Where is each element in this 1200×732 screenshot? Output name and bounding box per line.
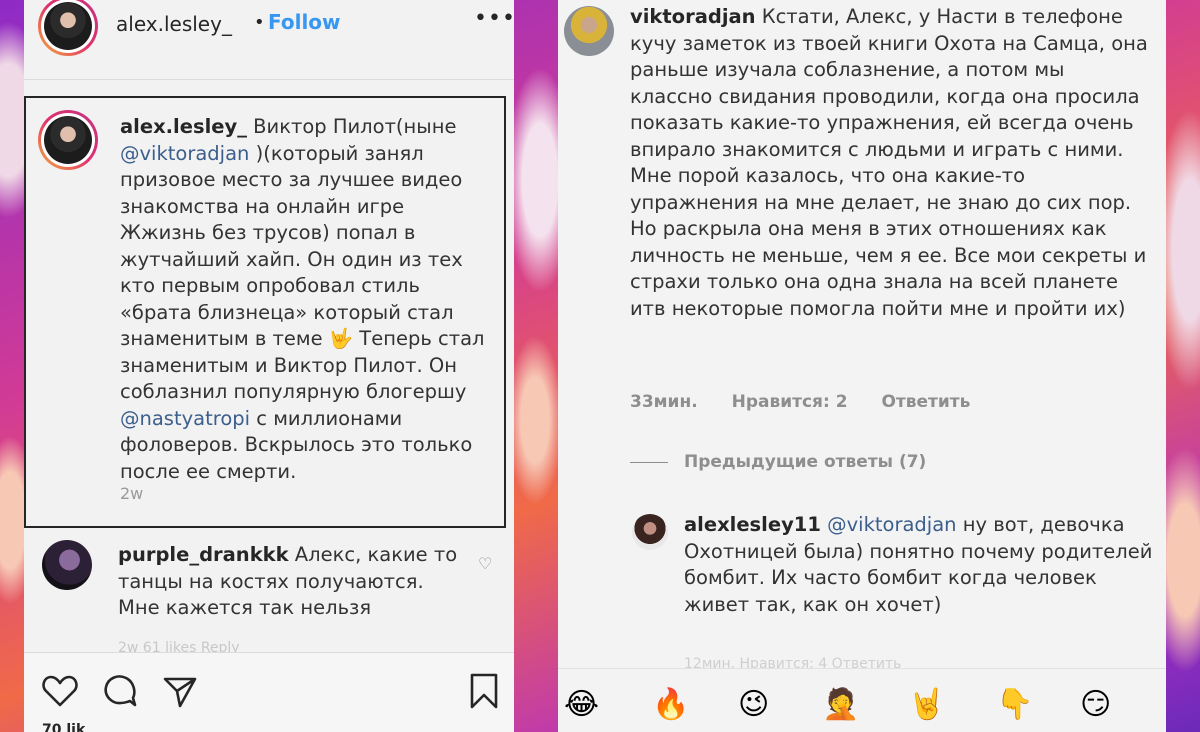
bookmark-icon[interactable] bbox=[464, 671, 504, 711]
share-icon[interactable] bbox=[160, 671, 200, 711]
post-header: alex.lesley_ • Follow ••• bbox=[24, 0, 514, 80]
post-panel: alex.lesley_ • Follow ••• alex.lesley_ В… bbox=[24, 0, 514, 732]
emoji-point-down-icon[interactable]: 👇 bbox=[996, 685, 1033, 725]
emoji-facepalm-icon[interactable]: 🤦 bbox=[822, 685, 859, 725]
commenter-username[interactable]: viktoradjan bbox=[630, 5, 756, 28]
author-username[interactable]: alex.lesley_ bbox=[116, 12, 232, 36]
emoji-wink-icon[interactable]: 😉 bbox=[738, 685, 769, 725]
comment-like-icon[interactable]: ♡ bbox=[478, 554, 492, 573]
comment-likes[interactable]: Нравится: 2 bbox=[732, 392, 848, 412]
comment-icon[interactable] bbox=[100, 671, 140, 711]
separator-dot: • bbox=[254, 12, 265, 33]
heart-icon[interactable] bbox=[40, 671, 80, 711]
caption-highlight-box: alex.lesley_ Виктор Пилот(ныне @viktorad… bbox=[24, 96, 506, 528]
emoji-laughing-icon[interactable]: 😂 bbox=[564, 685, 599, 725]
divider-line bbox=[630, 461, 668, 463]
reply-button[interactable]: Ответить bbox=[881, 392, 970, 412]
likes-count[interactable]: 70 lik bbox=[42, 722, 85, 732]
reply-avatar[interactable] bbox=[632, 514, 668, 550]
comment-text: purple_drankkk Алекс, какие то танцы на … bbox=[118, 543, 458, 619]
emoji-smirk-icon[interactable]: 😏 bbox=[1080, 685, 1111, 725]
post-actions-bar bbox=[24, 652, 514, 732]
viktoradjan-avatar[interactable] bbox=[564, 6, 614, 56]
comments-panel: viktoradjan Кстати, Алекс, у Насти в тел… bbox=[558, 0, 1166, 732]
commenter-username[interactable]: purple_drankkk bbox=[118, 543, 289, 566]
caption-timestamp: 2w bbox=[120, 484, 144, 503]
reply-username[interactable]: alexlesley11 bbox=[684, 513, 821, 536]
author-avatar[interactable] bbox=[38, 0, 98, 56]
more-options-icon[interactable]: ••• bbox=[474, 6, 514, 31]
caption-text: alex.lesley_ Виктор Пилот(ныне @viktorad… bbox=[120, 115, 485, 483]
commenter-avatar[interactable] bbox=[42, 540, 92, 590]
emoji-fire-icon[interactable]: 🔥 bbox=[652, 685, 689, 725]
emoji-rock-icon[interactable]: 🤘 bbox=[908, 685, 945, 725]
reply-text: alexlesley11 @viktoradjan ну вот, девочк… bbox=[684, 513, 1153, 616]
mention-link[interactable]: @viktoradjan bbox=[120, 142, 249, 165]
previous-replies-toggle[interactable]: Предыдущие ответы (7) bbox=[630, 452, 926, 472]
comment-text: viktoradjan Кстати, Алекс, у Насти в тел… bbox=[630, 5, 1148, 320]
follow-button[interactable]: Follow bbox=[268, 10, 341, 34]
comment-time: 33мин. bbox=[630, 392, 698, 412]
comment-meta: 33мин. Нравится: 2 Ответить bbox=[630, 392, 998, 412]
mention-link[interactable]: @viktoradjan bbox=[827, 513, 956, 536]
caption-username[interactable]: alex.lesley_ bbox=[120, 115, 247, 138]
mention-link[interactable]: @nastyatropi bbox=[120, 407, 250, 430]
caption-avatar[interactable] bbox=[38, 110, 98, 170]
previous-replies-label: Предыдущие ответы (7) bbox=[684, 452, 927, 472]
emoji-quick-reactions: 😂 🔥 😉 🤦 🤘 👇 😏 bbox=[558, 668, 1166, 732]
